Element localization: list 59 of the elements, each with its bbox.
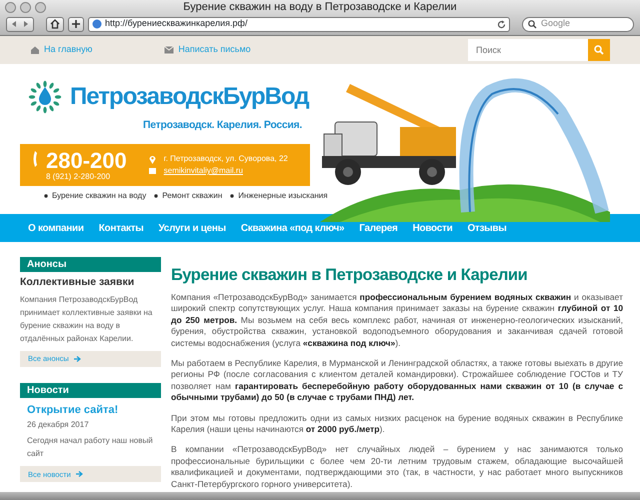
announcement-text: Компания ПетрозаводскБурВод принимает коллективные заявки на бурение скважин на воду в отдалённых районах Карелии. [20, 294, 154, 345]
search-icon [594, 45, 604, 55]
section-heading: Анонсы [20, 257, 161, 272]
logo-text: ПетрозаводскБурВод [70, 84, 309, 110]
home-link[interactable]: На главную [44, 43, 92, 57]
article-paragraph: Мы работаем в Республике Карелия, в Мурманской и Ленинградской областях, а также готовы выехать в другие регионы РФ (после согласования с клиентом деталей командировки). Строжайшее соблюдение ГОСТов и ТУ позволяет нам гарантировать бесперебойную работу оборудованных нами скважин от 10 (в случае с обычными трубами) до 50 (в случае с трубами ПНД) лет. [171, 358, 623, 404]
bullet-icon [154, 194, 158, 198]
logo-icon [28, 80, 62, 114]
window-control-icon[interactable] [20, 2, 31, 13]
nav-link[interactable]: О компании [28, 220, 84, 236]
home-icon [50, 19, 60, 29]
arrow-right-icon [76, 471, 83, 478]
forward-icon [22, 20, 30, 28]
announcement-title: Коллективные заявки [20, 275, 136, 290]
bullet-icon [230, 194, 234, 198]
section-heading: Новости [20, 382, 161, 398]
search-field[interactable]: Поиск [468, 39, 588, 61]
url-text: http://бурениескважинкарелия.рф/ [105, 17, 248, 30]
article-paragraph: При этом мы готовы предложить одни из самых низких расценок на бурение водяных скважин в Республике Карелия (наши цены начинаются от 2000 руб./метр). [171, 412, 623, 436]
browser-search-field[interactable]: Google [522, 16, 634, 32]
news-date: 26 декабря 2017 [26, 419, 90, 432]
globe-icon [92, 19, 102, 29]
address-bar[interactable]: http://бурениескважинкарелия.рф/ [88, 16, 510, 32]
plus-icon [72, 20, 80, 28]
address-text: г. Петрозаводск, ул. Суворова, 22 [164, 153, 288, 165]
nav-link[interactable]: Скважина «под ключ» [240, 220, 344, 236]
nav-link[interactable]: Новости [412, 220, 452, 236]
back-icon [10, 20, 18, 28]
back-forward-button[interactable] [6, 16, 34, 32]
window-control-icon[interactable] [5, 2, 16, 13]
nav-link[interactable]: Галерея [359, 220, 398, 236]
nav-link[interactable]: Услуги и цены [158, 220, 226, 236]
arrow-right-icon [74, 356, 81, 362]
nav-link[interactable]: Контакты [98, 220, 144, 236]
add-tab-button[interactable] [68, 16, 84, 32]
map-pin-icon [148, 154, 156, 164]
phone-number: 280-200 [46, 150, 127, 172]
news-title-link[interactable]: Открытие сайта! [20, 402, 161, 418]
search-icon [528, 20, 538, 28]
nav-link[interactable]: Отзывы [467, 220, 507, 236]
window-title: Бурение скважин на воду в Петрозаводске и Карелии [183, 1, 457, 13]
envelope-icon [148, 168, 156, 174]
service-text: Бурение скважин на воду [52, 190, 146, 202]
bullet-icon [44, 194, 48, 198]
phone-number: 8 (921) 2-280-200 [46, 172, 112, 180]
envelope-icon [164, 45, 174, 55]
tagline: Петрозаводск. Карелия. Россия. [143, 119, 302, 131]
reload-icon[interactable] [497, 20, 506, 28]
home-icon [30, 45, 40, 55]
article-paragraph: Компания «ПетрозаводскБурВод» занимается профессиональным бурением водяных скважин и оказывает широкий спектр сопутствующих услуг. Наша компания принимает заказы на бурение скважин глубиной от 10 до 250 метров. Мы возьмем на себя весь комплекс работ, начиная от инженерно-геологических изысканий, бурения, обустройства скважин, установкой водоподъемного оборудования и заканчивая сдачей готовой системы водоснабжения (услуга «скважина под ключ»). [171, 292, 623, 350]
home-button[interactable] [46, 16, 64, 32]
article-paragraph: В компании «ПетрозаводскБурВод» нет случайных людей – бурением у нас занимаются только профессиональные бурильщики с более чем 20-ти летним трудовым стажем, обладающие высочайшей квалификацией и документами, подтверждающими это (так, в частности, у нас работает много выпускников Санкт-Петербургского горного университета). [171, 444, 623, 490]
email-link[interactable]: semikinvitaliy@mail.ru [164, 165, 243, 177]
window-control-icon[interactable] [35, 2, 46, 13]
mail-link[interactable]: Написать письмо [178, 43, 251, 57]
service-text: Инженерные изыскания [238, 190, 328, 202]
news-text: Сегодня начал работу наш новый сайт [26, 435, 154, 460]
article-heading: Бурение скважин в Петрозаводске и Карелии [171, 265, 528, 285]
service-text: Ремонт скважин [162, 190, 222, 202]
